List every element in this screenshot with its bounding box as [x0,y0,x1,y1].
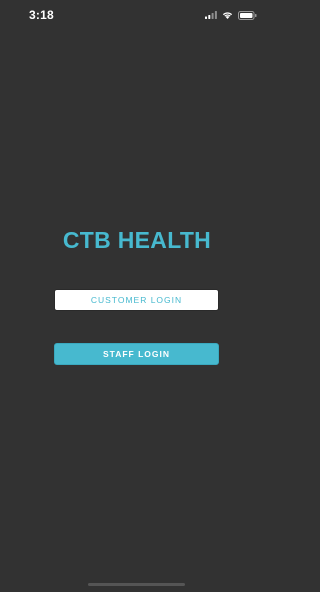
staff-login-button[interactable]: STAFF LOGIN [54,343,219,365]
app-title: CTB HEALTH [62,227,212,253]
cellular-signal-icon [205,11,217,19]
battery-icon [238,10,257,20]
customer-login-label: CUSTOMER LOGIN [90,295,183,305]
wifi-icon [222,11,233,19]
customer-login-button[interactable]: CUSTOMER LOGIN [54,289,219,311]
status-bar: 3:18 [0,0,274,30]
status-time: 3:18 [29,8,54,22]
status-icons [205,10,257,20]
staff-login-label: STAFF LOGIN [102,349,171,359]
home-indicator[interactable] [88,583,185,586]
